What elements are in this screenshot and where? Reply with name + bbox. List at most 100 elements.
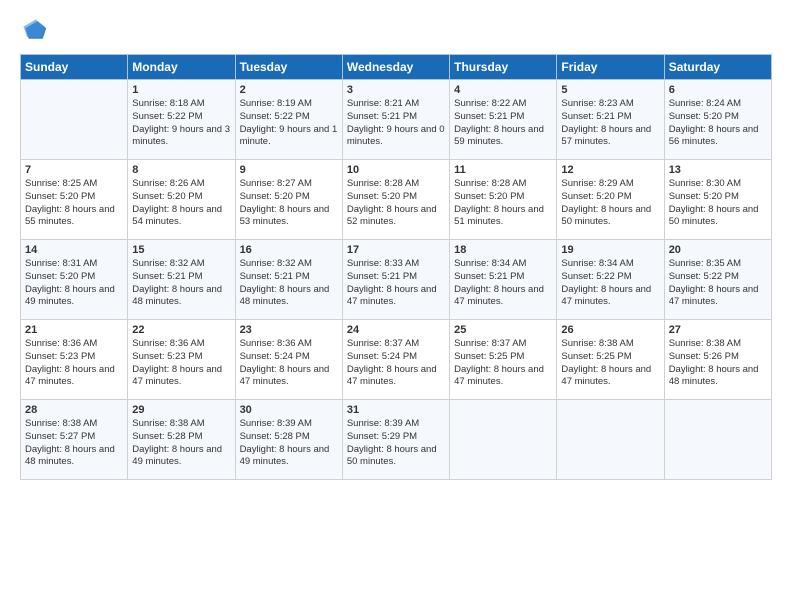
day-cell: 19 Sunrise: 8:34 AMSunset: 5:22 PMDayligh… xyxy=(557,240,664,320)
day-number: 1 xyxy=(132,84,230,96)
day-cell: 6 Sunrise: 8:24 AMSunset: 5:20 PMDaylight… xyxy=(664,80,771,160)
day-cell xyxy=(450,400,557,480)
week-row-5: 28 Sunrise: 8:38 AMSunset: 5:27 PMDayligh… xyxy=(21,400,772,480)
day-info: Sunrise: 8:31 AMSunset: 5:20 PMDaylight:… xyxy=(25,258,123,309)
day-cell: 11 Sunrise: 8:28 AMSunset: 5:20 PMDayligh… xyxy=(450,160,557,240)
day-cell: 18 Sunrise: 8:34 AMSunset: 5:21 PMDayligh… xyxy=(450,240,557,320)
page-container: SundayMondayTuesdayWednesdayThursdayFrid… xyxy=(0,0,792,612)
day-cell: 22 Sunrise: 8:36 AMSunset: 5:23 PMDayligh… xyxy=(128,320,235,400)
day-cell: 16Sunrise: 8:32 AMSunset: 5:21 PMDayligh… xyxy=(235,240,342,320)
day-info: Sunrise: 8:28 AMSunset: 5:20 PMDaylight:… xyxy=(454,178,552,229)
day-cell: 8Sunrise: 8:26 AMSunset: 5:20 PMDaylight… xyxy=(128,160,235,240)
day-info: Sunrise: 8:33 AMSunset: 5:21 PMDaylight:… xyxy=(347,258,445,309)
day-number: 23 xyxy=(240,324,338,336)
day-cell: 3Sunrise: 8:21 AMSunset: 5:21 PMDaylight… xyxy=(342,80,449,160)
day-number: 18 xyxy=(454,244,552,256)
day-cell: 10 Sunrise: 8:28 AMSunset: 5:20 PMDayligh… xyxy=(342,160,449,240)
day-info: Sunrise: 8:34 AMSunset: 5:22 PMDaylight:… xyxy=(561,258,659,309)
logo xyxy=(20,16,52,44)
day-number: 26 xyxy=(561,324,659,336)
day-number: 27 xyxy=(669,324,767,336)
day-number: 13 xyxy=(669,164,767,176)
day-number: 10 xyxy=(347,164,445,176)
day-info: Sunrise: 8:38 AMSunset: 5:27 PMDaylight:… xyxy=(25,418,123,469)
day-cell: 28 Sunrise: 8:38 AMSunset: 5:27 PMDayligh… xyxy=(21,400,128,480)
day-number: 5 xyxy=(561,84,659,96)
header xyxy=(20,16,772,44)
day-cell: 13 Sunrise: 8:30 AMSunset: 5:20 PMDayligh… xyxy=(664,160,771,240)
week-row-3: 14 Sunrise: 8:31 AMSunset: 5:20 PMDayligh… xyxy=(21,240,772,320)
day-cell: 25 Sunrise: 8:37 AMSunset: 5:25 PMDayligh… xyxy=(450,320,557,400)
day-info: Sunrise: 8:37 AMSunset: 5:25 PMDaylight:… xyxy=(454,338,552,389)
header-cell-friday: Friday xyxy=(557,55,664,80)
day-cell: 29Sunrise: 8:38 AMSunset: 5:28 PMDayligh… xyxy=(128,400,235,480)
day-number: 8 xyxy=(132,164,230,176)
day-info: Sunrise: 8:36 AMSunset: 5:23 PMDaylight:… xyxy=(132,338,230,389)
day-number: 15 xyxy=(132,244,230,256)
day-cell: 2Sunrise: 8:19 AMSunset: 5:22 PMDaylight… xyxy=(235,80,342,160)
day-number: 30 xyxy=(240,404,338,416)
header-cell-wednesday: Wednesday xyxy=(342,55,449,80)
day-info: Sunrise: 8:39 AMSunset: 5:29 PMDaylight:… xyxy=(347,418,445,469)
day-info: Sunrise: 8:36 AMSunset: 5:24 PMDaylight:… xyxy=(240,338,338,389)
day-number: 6 xyxy=(669,84,767,96)
day-info: Sunrise: 8:35 AMSunset: 5:22 PMDaylight:… xyxy=(669,258,767,309)
day-cell: 21 Sunrise: 8:36 AMSunset: 5:23 PMDayligh… xyxy=(21,320,128,400)
day-info: Sunrise: 8:38 AMSunset: 5:28 PMDaylight:… xyxy=(132,418,230,469)
day-number: 9 xyxy=(240,164,338,176)
day-cell: 4Sunrise: 8:22 AMSunset: 5:21 PMDaylight… xyxy=(450,80,557,160)
week-row-1: 1 Sunrise: 8:18 AMSunset: 5:22 PMDaylight… xyxy=(21,80,772,160)
day-cell: 27 Sunrise: 8:38 AMSunset: 5:26 PMDayligh… xyxy=(664,320,771,400)
day-info: Sunrise: 8:25 AMSunset: 5:20 PMDaylight:… xyxy=(25,178,123,229)
day-cell: 31Sunrise: 8:39 AMSunset: 5:29 PMDayligh… xyxy=(342,400,449,480)
day-info: Sunrise: 8:28 AMSunset: 5:20 PMDaylight:… xyxy=(347,178,445,229)
day-info: Sunrise: 8:29 AMSunset: 5:20 PMDaylight:… xyxy=(561,178,659,229)
day-info: Sunrise: 8:37 AMSunset: 5:24 PMDaylight:… xyxy=(347,338,445,389)
day-number: 28 xyxy=(25,404,123,416)
day-cell: 30 Sunrise: 8:39 AMSunset: 5:28 PMDayligh… xyxy=(235,400,342,480)
day-info: Sunrise: 8:34 AMSunset: 5:21 PMDaylight:… xyxy=(454,258,552,309)
day-number: 22 xyxy=(132,324,230,336)
week-row-4: 21 Sunrise: 8:36 AMSunset: 5:23 PMDayligh… xyxy=(21,320,772,400)
day-number: 25 xyxy=(454,324,552,336)
day-number: 11 xyxy=(454,164,552,176)
logo-icon xyxy=(20,16,48,44)
day-info: Sunrise: 8:21 AMSunset: 5:21 PMDaylight:… xyxy=(347,98,445,149)
day-info: Sunrise: 8:27 AMSunset: 5:20 PMDaylight:… xyxy=(240,178,338,229)
day-info: Sunrise: 8:30 AMSunset: 5:20 PMDaylight:… xyxy=(669,178,767,229)
day-cell xyxy=(664,400,771,480)
day-number: 14 xyxy=(25,244,123,256)
day-cell: 23 Sunrise: 8:36 AMSunset: 5:24 PMDayligh… xyxy=(235,320,342,400)
week-row-2: 7 Sunrise: 8:25 AMSunset: 5:20 PMDaylight… xyxy=(21,160,772,240)
day-number: 20 xyxy=(669,244,767,256)
day-cell: 5 Sunrise: 8:23 AMSunset: 5:21 PMDaylight… xyxy=(557,80,664,160)
day-info: Sunrise: 8:32 AMSunset: 5:21 PMDaylight:… xyxy=(240,258,338,309)
day-number: 24 xyxy=(347,324,445,336)
day-cell: 14 Sunrise: 8:31 AMSunset: 5:20 PMDayligh… xyxy=(21,240,128,320)
day-number: 4 xyxy=(454,84,552,96)
day-info: Sunrise: 8:24 AMSunset: 5:20 PMDaylight:… xyxy=(669,98,767,149)
day-info: Sunrise: 8:38 AMSunset: 5:26 PMDaylight:… xyxy=(669,338,767,389)
header-cell-saturday: Saturday xyxy=(664,55,771,80)
day-info: Sunrise: 8:23 AMSunset: 5:21 PMDaylight:… xyxy=(561,98,659,149)
header-cell-sunday: Sunday xyxy=(21,55,128,80)
calendar-table: SundayMondayTuesdayWednesdayThursdayFrid… xyxy=(20,54,772,480)
day-number: 7 xyxy=(25,164,123,176)
day-info: Sunrise: 8:39 AMSunset: 5:28 PMDaylight:… xyxy=(240,418,338,469)
day-number: 19 xyxy=(561,244,659,256)
day-number: 17 xyxy=(347,244,445,256)
day-cell xyxy=(557,400,664,480)
calendar-header: SundayMondayTuesdayWednesdayThursdayFrid… xyxy=(21,55,772,80)
day-info: Sunrise: 8:36 AMSunset: 5:23 PMDaylight:… xyxy=(25,338,123,389)
day-cell: 26Sunrise: 8:38 AMSunset: 5:25 PMDayligh… xyxy=(557,320,664,400)
day-info: Sunrise: 8:18 AMSunset: 5:22 PMDaylight:… xyxy=(132,98,230,149)
day-cell: 20 Sunrise: 8:35 AMSunset: 5:22 PMDayligh… xyxy=(664,240,771,320)
header-cell-tuesday: Tuesday xyxy=(235,55,342,80)
day-cell xyxy=(21,80,128,160)
header-cell-thursday: Thursday xyxy=(450,55,557,80)
day-cell: 24 Sunrise: 8:37 AMSunset: 5:24 PMDayligh… xyxy=(342,320,449,400)
day-cell: 7 Sunrise: 8:25 AMSunset: 5:20 PMDaylight… xyxy=(21,160,128,240)
day-info: Sunrise: 8:19 AMSunset: 5:22 PMDaylight:… xyxy=(240,98,338,149)
day-number: 21 xyxy=(25,324,123,336)
day-info: Sunrise: 8:32 AMSunset: 5:21 PMDaylight:… xyxy=(132,258,230,309)
